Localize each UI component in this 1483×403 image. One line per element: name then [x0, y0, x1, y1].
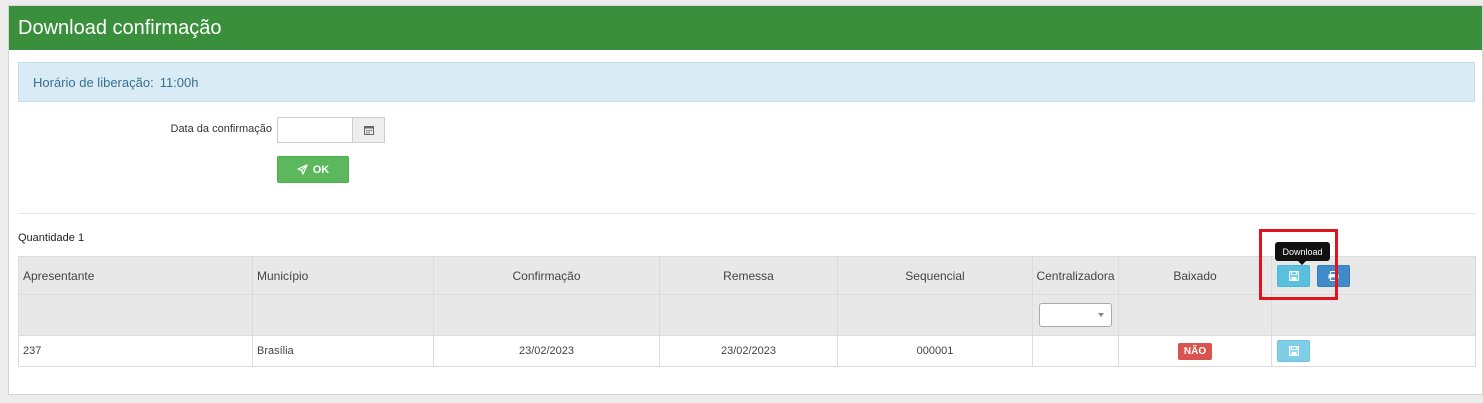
ok-label: OK — [312, 163, 330, 176]
divider — [18, 213, 1475, 214]
cell-confirmacao: 23/02/2023 — [433, 335, 660, 367]
calendar-button[interactable] — [352, 117, 385, 143]
col-baixado[interactable]: Baixado — [1118, 256, 1272, 295]
table-row: 237 Brasília 23/02/2023 23/02/2023 00000… — [18, 335, 1476, 367]
cell-apresentante: 237 — [18, 335, 253, 367]
date-input[interactable] — [277, 117, 352, 143]
quantity-text: Quantidade 1 — [18, 232, 84, 244]
release-time-value: 11:00h — [159, 74, 199, 90]
send-icon — [297, 164, 308, 175]
col-centralizadora[interactable]: Centralizadora — [1032, 256, 1119, 295]
confirmations-table: Apresentante Município Confirmação Remes… — [18, 256, 1476, 367]
col-apresentante[interactable]: Apresentante — [18, 256, 253, 295]
table-filter-row — [18, 294, 1476, 336]
info-alert: Horário de liberação: 11:00h — [18, 62, 1475, 102]
status-badge: NÃO — [1177, 342, 1213, 360]
row-download-button[interactable] — [1277, 340, 1310, 362]
cell-municipio: Brasília — [252, 335, 434, 367]
col-confirmacao[interactable]: Confirmação — [433, 256, 660, 295]
date-label: Data da confirmação — [170, 123, 273, 135]
page-title: Download confirmação — [9, 6, 1482, 50]
col-sequencial[interactable]: Sequencial — [837, 256, 1033, 295]
table-header-row: Apresentante Município Confirmação Remes… — [18, 256, 1476, 295]
quantity-value: 1 — [77, 232, 85, 244]
highlight-box — [1259, 229, 1338, 300]
col-remessa[interactable]: Remessa — [659, 256, 838, 295]
cell-baixado: NÃO — [1118, 335, 1272, 367]
ok-button[interactable]: OK — [277, 156, 349, 183]
cell-actions — [1271, 335, 1476, 367]
floppy-disk-icon — [1288, 346, 1299, 356]
calendar-icon — [363, 126, 374, 135]
centralizadora-select[interactable] — [1039, 303, 1112, 327]
cell-centralizadora — [1032, 335, 1119, 367]
cell-remessa: 23/02/2023 — [659, 335, 838, 367]
cell-sequencial: 000001 — [837, 335, 1033, 367]
release-time-label: Horário de liberação: — [33, 74, 154, 90]
chevron-down-icon — [1098, 313, 1104, 317]
date-form-row: Data da confirmação — [0, 117, 1483, 143]
quantity-label: Quantidade — [18, 232, 75, 244]
col-municipio[interactable]: Município — [252, 256, 434, 295]
